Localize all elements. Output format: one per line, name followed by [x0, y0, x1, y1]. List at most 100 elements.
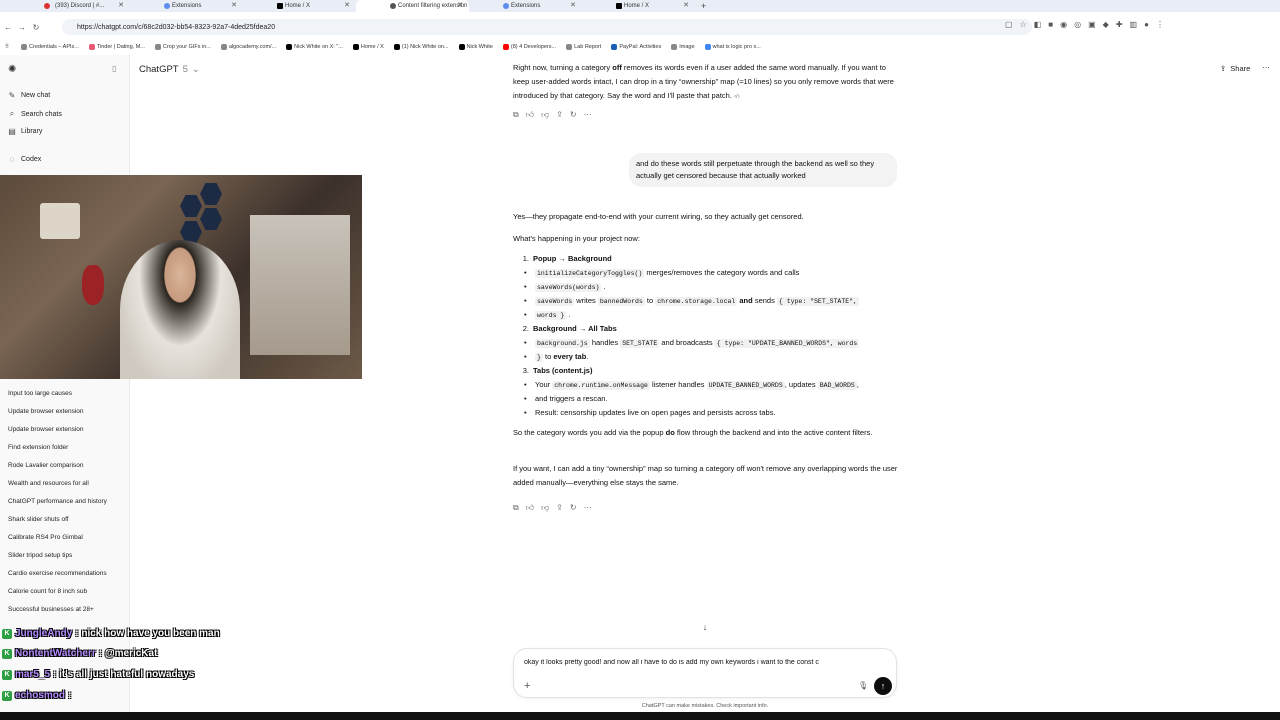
- chevron-down-icon: ⌄: [191, 64, 200, 75]
- close-icon[interactable]: ✕: [231, 1, 237, 9]
- bookmark[interactable]: Tinder | Dating, M...: [88, 44, 145, 50]
- regenerate-icon[interactable]: ↻: [570, 110, 577, 120]
- chat-history-item[interactable]: Rode Lavalier comparison: [8, 461, 107, 479]
- codex-icon: ◌: [9, 155, 15, 164]
- x-icon: [277, 3, 283, 9]
- bookmark[interactable]: Lab Report: [566, 44, 601, 50]
- reload-icon[interactable]: ↻: [30, 23, 42, 32]
- thumbs-down-icon[interactable]: 👎︎: [541, 503, 549, 513]
- bookmarks-bar: ⠿ Credentials – APIs... Tinder | Dating,…: [0, 40, 1280, 54]
- avatar[interactable]: ●: [1144, 20, 1149, 29]
- close-icon[interactable]: ✕: [457, 1, 463, 9]
- badge-icon: K: [2, 690, 12, 701]
- softbox-light: [40, 203, 80, 239]
- share-button[interactable]: ⇪ Share: [1220, 64, 1250, 73]
- list-bullet-cont: words } .: [524, 310, 570, 320]
- more-icon[interactable]: ⋯: [584, 110, 592, 120]
- badge-icon: K: [2, 648, 12, 659]
- bookmark[interactable]: what is logic pro x...: [704, 44, 761, 50]
- chat-history-item[interactable]: Successful businesses at 28+: [8, 605, 107, 623]
- stream-chat-line: Kmar5_5: it's all just hateful nowadays: [2, 669, 194, 680]
- copy-icon[interactable]: ⧉: [513, 110, 519, 120]
- bookmark[interactable]: Home / X: [352, 44, 384, 50]
- bookmark[interactable]: algocademy.com/...: [220, 44, 276, 50]
- chat-history-item[interactable]: Update browser extension: [8, 407, 107, 425]
- bookmark[interactable]: PayPal: Activities: [611, 44, 661, 50]
- bookmark[interactable]: (8) 4 Developers...: [502, 44, 556, 50]
- browser-tab[interactable]: Extensions ✕: [469, 0, 582, 12]
- close-icon[interactable]: ✕: [344, 1, 350, 9]
- extension-icon[interactable]: ◎: [1074, 20, 1081, 29]
- sidebar-item-library[interactable]: ▤ Library: [8, 127, 42, 136]
- chat-history-item[interactable]: Shark slider shuts off: [8, 515, 107, 533]
- sidepanel-icon[interactable]: ▥: [1130, 20, 1138, 29]
- bookmark[interactable]: (1) Nick White on...: [393, 44, 449, 50]
- browser-tab[interactable]: Home / X ✕: [243, 0, 356, 12]
- extension-icon[interactable]: ◆: [1103, 20, 1109, 29]
- prompt-input[interactable]: okay it looks pretty good! and now all i…: [524, 659, 872, 666]
- browser-tab[interactable]: (393) Discord | #... ✕: [0, 0, 130, 12]
- bookmark[interactable]: Image: [671, 44, 695, 50]
- chat-history-item[interactable]: Wealth and resources for all: [8, 479, 107, 497]
- chat-history-item[interactable]: Cardio exercise recommendations: [8, 569, 107, 587]
- model-selector[interactable]: ChatGPT 5 ⌄: [139, 64, 200, 75]
- chat-history-item[interactable]: ChatGPT performance and history: [8, 497, 107, 515]
- bookmark[interactable]: Crop your GIFs in...: [154, 44, 211, 50]
- url-input[interactable]: https://chatgpt.com/c/68c2d032-bb54-8323…: [62, 19, 1032, 35]
- star-icon[interactable]: ☆: [1020, 20, 1027, 29]
- forward-icon[interactable]: →: [16, 23, 28, 32]
- list-bullet-cont: } to every tab.: [524, 352, 588, 362]
- chat-history-item[interactable]: Input too large causes: [8, 389, 107, 407]
- chat-history-item[interactable]: Update browser extension: [8, 425, 107, 443]
- bookmark[interactable]: Credentials – APIs...: [21, 44, 79, 50]
- extensions-toolbar: ▢ ☆ ◧ ■ ◉ ◎ ▣ ◆ ✚ ▥ ● ⋮: [1005, 20, 1164, 29]
- new-tab-button[interactable]: +: [695, 1, 712, 11]
- share-icon[interactable]: ⇪: [556, 503, 563, 513]
- menu-icon[interactable]: ⋮: [1156, 20, 1164, 29]
- sidebar-item-codex[interactable]: ◌ Codex: [8, 155, 42, 164]
- list-bullet-cont: saveWords(words) .: [524, 282, 606, 292]
- list-bullet: Your chrome.runtime.onMessage listener h…: [524, 380, 859, 390]
- browser-tab-active[interactable]: Content filtering extension ✕: [356, 0, 469, 12]
- thumbs-up-icon[interactable]: 👍︎: [526, 503, 534, 513]
- list-bullet: initializeCategoryToggles() merges/remov…: [524, 268, 799, 278]
- send-button[interactable]: ↑: [874, 677, 892, 695]
- more-icon[interactable]: ⋯: [584, 503, 592, 513]
- extension-icon[interactable]: ■: [1048, 20, 1053, 29]
- extension-icon[interactable]: ◉: [1060, 20, 1067, 29]
- regenerate-icon[interactable]: ↻: [570, 503, 577, 513]
- more-options-icon[interactable]: ⋯: [1262, 63, 1270, 72]
- extension-icon[interactable]: ▣: [1088, 20, 1096, 29]
- scroll-down-icon[interactable]: ↓: [699, 622, 711, 634]
- plus-icon[interactable]: +: [524, 680, 530, 692]
- list-bullet: saveWords writes bannedWords to chrome.s…: [524, 296, 859, 306]
- back-icon[interactable]: ←: [2, 23, 14, 32]
- apps-icon[interactable]: ⠿: [5, 44, 9, 50]
- copy-icon[interactable]: ⧉: [513, 503, 519, 513]
- sidebar-toggle-icon[interactable]: ▯: [112, 64, 116, 73]
- close-icon[interactable]: ✕: [683, 1, 689, 9]
- share-icon[interactable]: ⇪: [556, 110, 563, 120]
- thumbs-up-icon[interactable]: 👍︎: [526, 110, 534, 120]
- bookmark[interactable]: Nick White on X: "...: [286, 44, 343, 50]
- list-item: 3. Tabs (content.js): [522, 366, 593, 375]
- mic-icon[interactable]: 🎙︎: [858, 681, 868, 690]
- sidebar-item-search-chats[interactable]: ⌕ Search chats: [8, 109, 62, 119]
- browser-tab[interactable]: Extensions ✕: [130, 0, 243, 12]
- sidebar-item-new-chat[interactable]: ✎ New chat: [8, 91, 51, 100]
- close-icon[interactable]: ✕: [570, 1, 576, 9]
- extension-icon[interactable]: ◧: [1034, 20, 1042, 29]
- badge-icon: K: [2, 628, 12, 639]
- browser-tab[interactable]: Home / X ✕: [582, 0, 695, 12]
- chat-history-item[interactable]: Calibrate RS4 Pro Gimbal: [8, 533, 107, 551]
- chat-history-item[interactable]: Slider tripod setup tips: [8, 551, 107, 569]
- openai-logo-icon[interactable]: ✺: [8, 64, 16, 75]
- chat-history-item[interactable]: Calorie count for 8 inch sub: [8, 587, 107, 605]
- thumbs-down-icon[interactable]: 👎︎: [541, 110, 549, 120]
- chat-history-item[interactable]: Find extension folder: [8, 443, 107, 461]
- puzzle-icon[interactable]: ✚: [1116, 20, 1123, 29]
- page-icon[interactable]: ▢: [1005, 20, 1013, 29]
- user-message: and do these words still perpetuate thro…: [629, 153, 897, 187]
- close-icon[interactable]: ✕: [118, 1, 124, 9]
- bookmark[interactable]: Nick White: [458, 44, 493, 50]
